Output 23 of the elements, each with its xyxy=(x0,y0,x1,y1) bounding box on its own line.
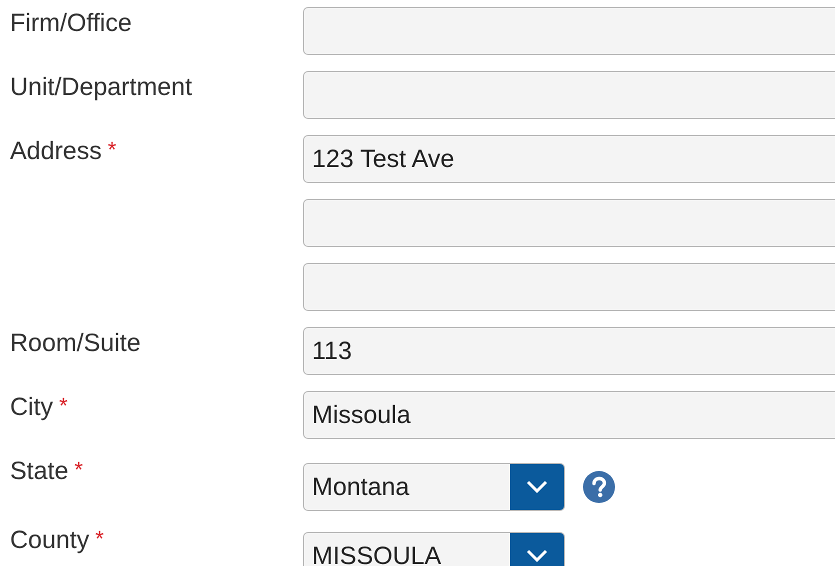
dropdown[interactable]: Montana xyxy=(303,463,565,511)
field-label: Unit/Department xyxy=(10,72,192,103)
field-label: Firm/Office xyxy=(10,8,132,39)
text-field[interactable] xyxy=(303,71,835,119)
chevron-down-icon xyxy=(526,549,548,563)
field-label: County xyxy=(10,525,90,556)
chevron-down-icon xyxy=(526,480,548,494)
field-label: Room/Suite xyxy=(10,328,141,359)
field-label: Address xyxy=(10,136,102,167)
required-mark: * xyxy=(95,525,104,553)
field-label: State xyxy=(10,456,68,487)
text-field[interactable]: Missoula xyxy=(303,391,835,439)
dropdown[interactable]: MISSOULA xyxy=(303,532,565,566)
text-field[interactable] xyxy=(303,7,835,55)
required-mark: * xyxy=(74,456,83,484)
required-mark: * xyxy=(59,392,68,420)
text-field[interactable]: 113 xyxy=(303,327,835,375)
text-field[interactable] xyxy=(303,263,835,311)
help-icon[interactable] xyxy=(583,471,615,503)
text-field[interactable]: 123 Test Ave xyxy=(303,135,835,183)
field-label: City xyxy=(10,392,54,423)
text-field[interactable] xyxy=(303,199,835,247)
required-mark: * xyxy=(108,136,116,164)
